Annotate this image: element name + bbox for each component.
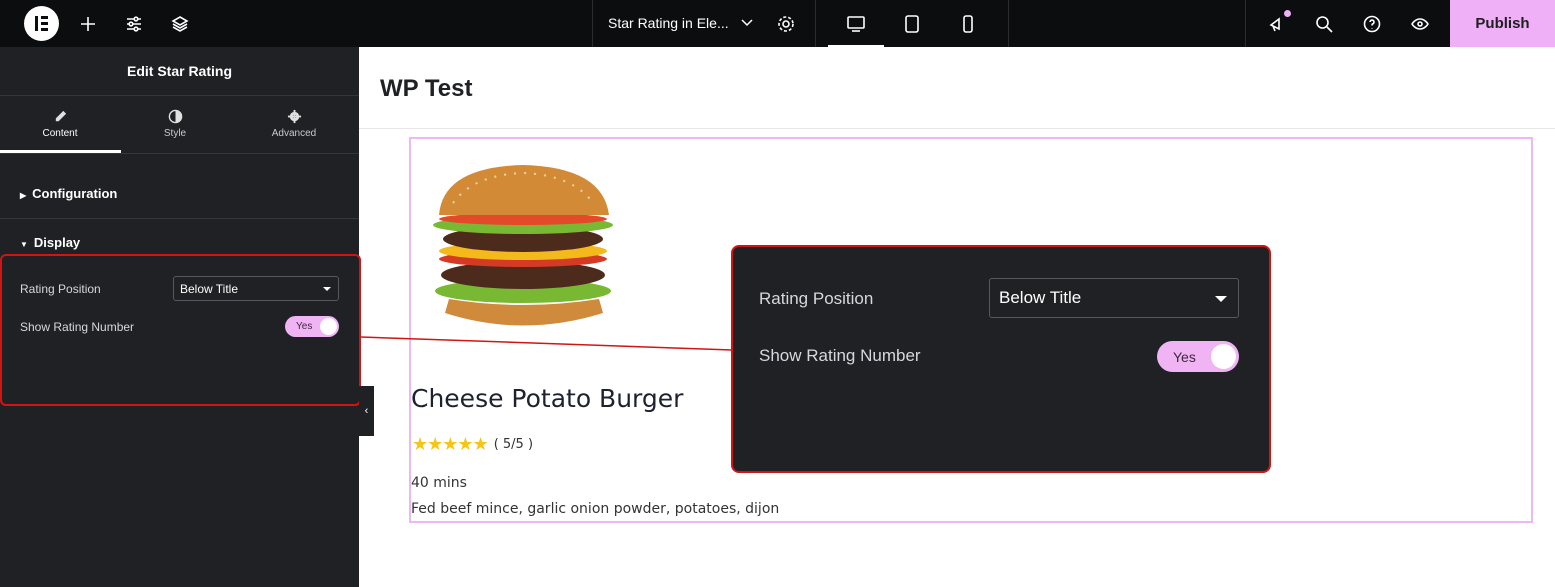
rating-position-select[interactable]: Below Title <box>173 276 339 301</box>
document-title-dropdown[interactable]: Star Rating in Ele... <box>608 15 753 31</box>
publish-button[interactable]: Publish <box>1450 0 1555 47</box>
add-icon[interactable] <box>76 12 100 36</box>
desktop-view-icon[interactable] <box>844 12 868 36</box>
tab-content[interactable]: Content <box>0 109 120 139</box>
help-icon[interactable] <box>1360 12 1384 36</box>
callout-show-rating-number-label: Show Rating Number <box>759 346 921 365</box>
tab-advanced[interactable]: Advanced <box>234 109 354 139</box>
mobile-view-icon[interactable] <box>956 12 980 36</box>
tab-style[interactable]: Style <box>115 109 235 139</box>
tablet-view-icon[interactable] <box>900 12 924 36</box>
chevron-down-icon <box>741 19 753 27</box>
recipe-ingredients: Fed beef mince, garlic onion powder, pot… <box>411 501 780 517</box>
callout-rating-position-label: Rating Position <box>759 289 874 308</box>
document-title: Star Rating in Ele... <box>608 15 729 31</box>
stars-icon: ★★★★★ <box>412 434 489 454</box>
active-device-indicator <box>828 45 884 47</box>
caret-down-icon: ▼ <box>20 240 28 249</box>
dropdown-caret-icon <box>1215 296 1227 302</box>
rating-number: ( 5/5 ) <box>493 437 534 452</box>
editor-panel: Edit Star Rating Content Style Advanced … <box>0 47 374 587</box>
gear-icon <box>287 109 301 124</box>
announcements-megaphone-icon[interactable] <box>1265 10 1291 36</box>
pencil-icon <box>55 110 66 122</box>
page-settings-gear-icon[interactable] <box>774 12 798 36</box>
elementor-logo[interactable] <box>24 6 59 41</box>
search-icon[interactable] <box>1312 12 1336 36</box>
dropdown-caret-icon <box>323 287 331 291</box>
preview-eye-icon[interactable] <box>1408 12 1432 36</box>
callout-rating-position-select: Below Title <box>989 278 1239 318</box>
site-title: WP Test <box>380 75 473 102</box>
section-configuration[interactable]: ▶ Configuration <box>20 186 117 201</box>
settings-sliders-icon[interactable] <box>122 12 146 36</box>
callout-show-rating-number-toggle: Yes <box>1157 341 1239 372</box>
burger-image <box>433 165 613 326</box>
zoom-callout: Rating Position Below Title Show Rating … <box>731 245 1271 473</box>
header-divider <box>359 128 1555 129</box>
caret-right-icon: ▶ <box>20 191 27 200</box>
show-rating-number-toggle[interactable]: Yes <box>285 316 339 337</box>
top-bar: Star Rating in Ele... Publish <box>0 0 1555 47</box>
layers-icon[interactable] <box>168 12 192 36</box>
star-rating: ★★★★★ ( 5/5 ) <box>412 434 533 455</box>
contrast-icon <box>168 109 182 124</box>
recipe-title: Cheese Potato Burger <box>411 384 684 413</box>
section-display[interactable]: ▼ Display <box>20 235 80 250</box>
panel-title: Edit Star Rating <box>126 63 232 79</box>
show-rating-number-label: Show Rating Number <box>20 320 135 334</box>
rating-position-label: Rating Position <box>20 282 101 296</box>
collapse-panel-handle[interactable]: ‹ <box>359 386 374 436</box>
recipe-time: 40 mins <box>411 475 467 491</box>
